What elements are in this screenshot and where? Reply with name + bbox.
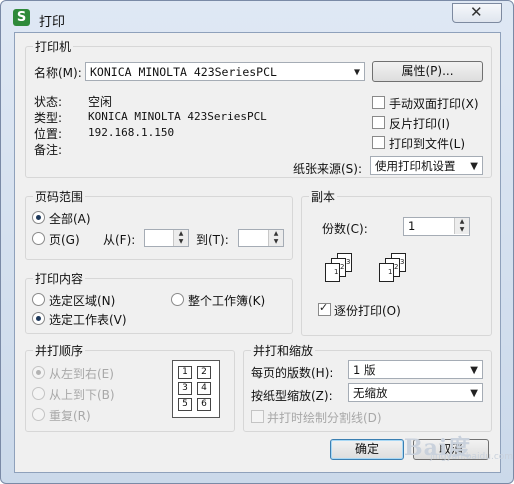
spin-down-icon[interactable]: ▼ bbox=[268, 238, 283, 246]
printer-legend: 打印机 bbox=[33, 38, 74, 55]
svg-text:1: 1 bbox=[334, 268, 338, 276]
order-cell: 2 bbox=[197, 366, 211, 379]
spin-down-icon[interactable]: ▼ bbox=[454, 226, 469, 234]
copies-legend: 副本 bbox=[309, 188, 338, 205]
print-to-file-checkbox[interactable] bbox=[372, 136, 385, 149]
location-value: 192.168.1.150 bbox=[88, 126, 175, 139]
print-what-legend: 打印内容 bbox=[33, 270, 86, 287]
manual-duplex-label[interactable]: 手动双面打印(X) bbox=[389, 95, 479, 112]
window-title: 打印 bbox=[39, 15, 66, 30]
draw-borders-label[interactable]: 并打时绘制分割线(D) bbox=[267, 409, 382, 426]
paper-source-label: 纸张来源(S): bbox=[293, 162, 363, 176]
close-icon: ✕ bbox=[470, 3, 483, 21]
order-cell: 3 bbox=[178, 382, 192, 395]
svg-text:3: 3 bbox=[346, 258, 350, 266]
draw-borders-checkbox[interactable] bbox=[251, 410, 264, 423]
order-cell: 1 bbox=[178, 366, 192, 379]
chevron-down-icon: ▼ bbox=[353, 67, 360, 78]
range-all-radio[interactable] bbox=[32, 211, 45, 224]
printer-name-select[interactable]: KONICA MINOLTA 423SeriesPCL ▼ bbox=[85, 62, 365, 81]
close-button[interactable]: ✕ bbox=[452, 3, 502, 23]
range-pages-radio[interactable] bbox=[32, 232, 45, 245]
paper-source-select[interactable]: 使用打印机设置 ▼ bbox=[370, 156, 483, 175]
order-repeat-label[interactable]: 重复(R) bbox=[49, 407, 91, 424]
print-active-sheets-radio[interactable] bbox=[32, 312, 45, 325]
range-from-label: 从(F): bbox=[103, 233, 136, 247]
svg-text:1: 1 bbox=[388, 268, 392, 276]
print-order-preview-icon: 1 2 3 4 5 6 bbox=[172, 360, 220, 418]
page-range-group bbox=[25, 196, 293, 260]
pages-per-sheet-value: 1 版 bbox=[353, 363, 376, 377]
order-top-bottom-radio[interactable] bbox=[32, 387, 45, 400]
scale-to-paper-label: 按纸型缩放(Z): bbox=[251, 389, 333, 403]
title-bar[interactable]: S 打印 ✕ bbox=[1, 1, 513, 35]
ok-button[interactable]: 确定 bbox=[330, 439, 404, 460]
page-range-legend: 页码范围 bbox=[33, 188, 86, 205]
order-left-right-label[interactable]: 从左到右(E) bbox=[49, 365, 114, 382]
copies-count-input[interactable]: 1 ▲ ▼ bbox=[403, 217, 470, 236]
order-cell: 4 bbox=[197, 382, 211, 395]
range-to-label: 到(T): bbox=[196, 233, 229, 247]
collate-pages-icon: 321 321 bbox=[325, 253, 406, 282]
order-cell: 6 bbox=[197, 398, 211, 411]
print-selection-label[interactable]: 选定区域(N) bbox=[49, 292, 115, 309]
order-repeat-radio[interactable] bbox=[32, 408, 45, 421]
range-from-input[interactable]: ▲ ▼ bbox=[144, 229, 189, 247]
location-label: 位置: bbox=[34, 127, 63, 141]
copies-count-value: 1 bbox=[408, 219, 416, 233]
print-workbook-radio[interactable] bbox=[171, 293, 184, 306]
reverse-print-checkbox[interactable] bbox=[372, 116, 385, 129]
print-selection-radio[interactable] bbox=[32, 293, 45, 306]
pages-per-sheet-select[interactable]: 1 版 ▼ bbox=[348, 360, 483, 379]
order-top-bottom-label[interactable]: 从上到下(B) bbox=[49, 386, 115, 403]
svg-text:2: 2 bbox=[340, 263, 344, 271]
print-workbook-label[interactable]: 整个工作簿(K) bbox=[188, 292, 265, 309]
print-order-legend: 并打顺序 bbox=[33, 342, 86, 359]
status-value: 空闲 bbox=[88, 95, 113, 109]
range-all-label[interactable]: 全部(A) bbox=[49, 210, 91, 227]
scaling-legend: 并打和缩放 bbox=[251, 342, 316, 359]
watermark-url: jingyan.baidu.com bbox=[430, 452, 514, 462]
collate-label[interactable]: 逐份打印(O) bbox=[334, 302, 401, 319]
print-active-sheets-label[interactable]: 选定工作表(V) bbox=[49, 311, 127, 328]
manual-duplex-checkbox[interactable] bbox=[372, 96, 385, 109]
app-icon: S bbox=[13, 9, 30, 26]
order-left-right-radio[interactable] bbox=[32, 366, 45, 379]
spin-down-icon[interactable]: ▼ bbox=[173, 238, 188, 246]
copies-count-label: 份数(C): bbox=[322, 222, 368, 236]
scale-to-paper-value: 无缩放 bbox=[353, 386, 388, 400]
printer-name-value: KONICA MINOLTA 423SeriesPCL bbox=[90, 65, 277, 79]
comment-label: 备注: bbox=[34, 143, 63, 157]
scale-to-paper-select[interactable]: 无缩放 ▼ bbox=[348, 383, 483, 402]
type-value: KONICA MINOLTA 423SeriesPCL bbox=[88, 110, 267, 123]
range-pages-label[interactable]: 页(G) bbox=[49, 231, 80, 248]
chevron-down-icon: ▼ bbox=[470, 161, 478, 172]
print-to-file-label[interactable]: 打印到文件(L) bbox=[389, 135, 465, 152]
order-cell: 5 bbox=[178, 398, 192, 411]
printer-name-label: 名称(M): bbox=[34, 66, 82, 80]
svg-text:2: 2 bbox=[394, 263, 398, 271]
type-label: 类型: bbox=[34, 111, 63, 125]
collate-checkbox[interactable] bbox=[318, 301, 331, 316]
svg-text:3: 3 bbox=[400, 258, 404, 266]
properties-button[interactable]: 属性(P)... bbox=[372, 61, 483, 82]
chevron-down-icon: ▼ bbox=[470, 388, 478, 399]
range-to-input[interactable]: ▲ ▼ bbox=[238, 229, 284, 247]
reverse-print-label[interactable]: 反片打印(I) bbox=[389, 115, 450, 132]
paper-source-value: 使用打印机设置 bbox=[375, 159, 456, 173]
chevron-down-icon: ▼ bbox=[470, 365, 478, 376]
status-label: 状态: bbox=[34, 95, 63, 109]
pages-per-sheet-label: 每页的版数(H): bbox=[251, 366, 334, 380]
